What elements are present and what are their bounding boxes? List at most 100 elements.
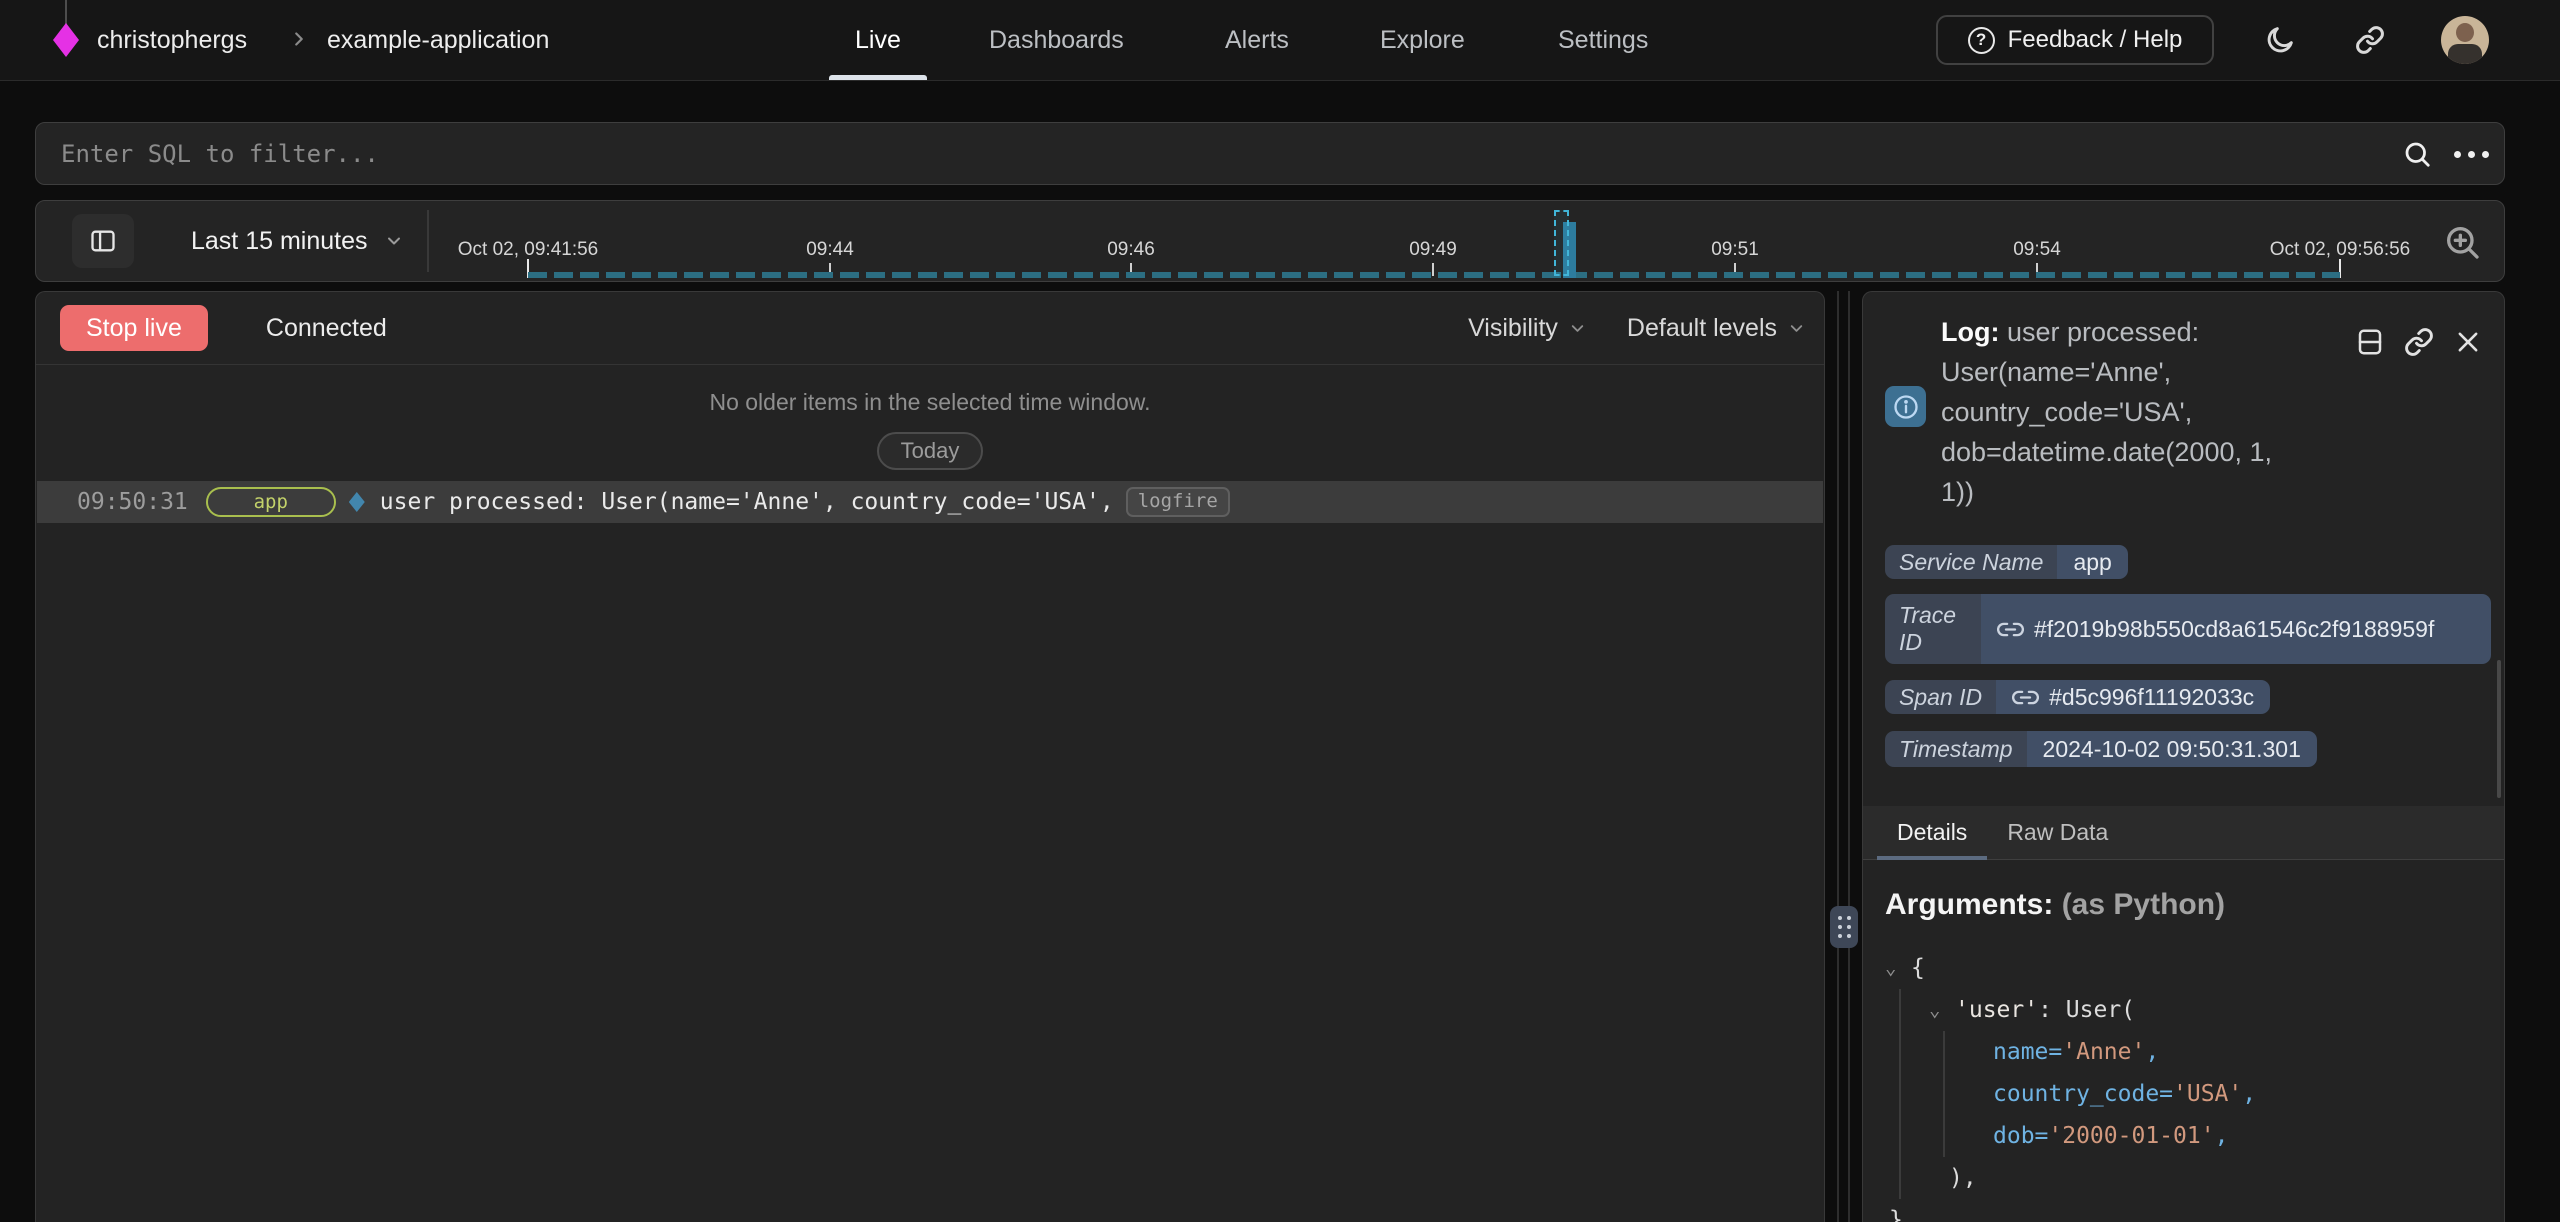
log-message: user processed: User(name='Anne', countr… [380,489,1114,515]
time-range-selector[interactable]: Last 15 minutes [191,201,404,281]
code-line: { [1885,947,2488,989]
today-button[interactable]: Today [877,432,984,470]
timeline-tick-label: 09:49 [1409,239,1457,261]
logfire-logo-icon[interactable] [53,23,79,57]
visibility-dropdown[interactable]: Visibility [1468,314,1587,343]
trace-id-value: #f2019b98b550cd8a61546c2f9188959f [2034,616,2434,643]
breadcrumb-project[interactable]: example-application [327,0,549,80]
detail-tabs: Details Raw Data [1863,806,2504,860]
copy-link-icon[interactable] [2403,326,2435,358]
tab-explore[interactable]: Explore [1380,0,1465,80]
code-line: name= 'Anne' , [1885,1031,2488,1073]
code-token: User( [2066,997,2135,1023]
timestamp-value: 2024-10-02 09:50:31.301 [2027,731,2317,767]
feedback-help-button[interactable]: ? Feedback / Help [1936,15,2214,65]
splitter-rail [1848,291,1850,1222]
trace-id-label: Trace ID [1885,594,1981,664]
chevron-right-icon [288,28,310,50]
search-icon[interactable] [2402,139,2432,169]
tab-dashboards[interactable]: Dashboards [989,0,1124,80]
top-bar: christophergs example-application Live D… [0,0,2560,81]
link-icon [1997,616,2024,643]
log-row-selected[interactable]: 09:50:31 app user processed: User(name='… [37,481,1823,523]
code-token: : [2038,997,2066,1023]
service-name-pill[interactable]: Service Name app [1885,545,2128,579]
code-token: , [2215,1123,2229,1149]
service-name-value: app [2057,545,2127,579]
collapse-chevron-icon[interactable] [1929,999,1955,1021]
timeline-tick-label: Oct 02, 09:56:56 [2270,239,2411,261]
detail-title-label: Log: [1941,317,1999,347]
tab-live[interactable]: Live [855,0,901,80]
tab-settings[interactable]: Settings [1558,0,1648,80]
trace-id-pill[interactable]: Trace ID #f2019b98b550cd8a61546c2f918895… [1885,594,2491,664]
log-level-diamond-icon [349,492,365,512]
log-timestamp: 09:50:31 [77,489,188,515]
zoom-in-icon[interactable] [2442,222,2482,262]
split-view-icon[interactable] [2354,326,2386,358]
sql-filter-bar [35,122,2505,185]
feedback-help-label: Feedback / Help [2008,26,2183,54]
tab-raw-data[interactable]: Raw Data [1987,806,2128,859]
stop-live-button[interactable]: Stop live [60,305,208,351]
code-line: } [1885,1199,2488,1222]
time-range-label: Last 15 minutes [191,227,368,256]
scrollbar-thumb[interactable] [2497,660,2501,798]
code-token: , [2145,1039,2159,1065]
code-token: } [1889,1207,1903,1222]
arguments-heading-suffix: (as Python) [2062,888,2225,921]
code-token: 'USA' [2173,1081,2242,1107]
timeline-tick-label: 09:54 [2013,239,2061,261]
live-log-panel: Stop live Connected Visibility Default l… [35,291,1825,1222]
code-token: , [2242,1081,2256,1107]
split-panel-icon [89,227,117,255]
breadcrumb-organization[interactable]: christophergs [97,0,247,80]
timeline-tick-label: 09:46 [1107,239,1155,261]
default-levels-label: Default levels [1627,314,1777,343]
panel-resize-handle[interactable] [1830,906,1858,948]
sidebar-toggle-button[interactable] [72,214,134,268]
log-detail-panel: Log: user processed: User(name='Anne', c… [1862,291,2505,1222]
timeline-tick-label: Oct 02, 09:41:56 [458,239,599,261]
code-token: 'user' [1955,997,2038,1023]
timestamp-pill[interactable]: Timestamp 2024-10-02 09:50:31.301 [1885,731,2317,767]
live-panel-header: Stop live Connected Visibility Default l… [36,292,1824,365]
tab-details[interactable]: Details [1877,806,1987,859]
link-icon [2355,25,2385,55]
code-token: ), [1949,1165,1977,1191]
detail-panel-actions [2354,326,2484,358]
code-token: name= [1993,1039,2062,1065]
link-icon [2012,684,2039,711]
more-options-icon[interactable] [2454,151,2489,158]
share-link-button[interactable] [2350,20,2390,60]
span-id-pill[interactable]: Span ID #d5c996f11192033c [1885,680,2270,714]
user-avatar[interactable] [2441,16,2489,64]
timestamp-label: Timestamp [1885,731,2027,767]
collapse-chevron-icon[interactable] [1885,957,1911,979]
timeline-tick-label: 09:44 [806,239,854,261]
code-line: country_code= 'USA' , [1885,1073,2488,1115]
timeline-selected-bucket[interactable] [1554,210,1569,276]
default-levels-dropdown[interactable]: Default levels [1627,314,1806,343]
arguments-heading: Arguments: (as Python) [1885,888,2225,922]
timeline-activity-baseline [528,272,2340,278]
code-token: country_code= [1993,1081,2173,1107]
service-badge[interactable]: app [206,487,336,517]
tab-alerts[interactable]: Alerts [1225,0,1289,80]
empty-window-message: No older items in the selected time wind… [36,389,1824,416]
question-circle-icon: ? [1968,27,1995,54]
timeline-tick-label: 09:51 [1711,239,1759,261]
code-line: dob= '2000-01-01' , [1885,1115,2488,1157]
dark-mode-toggle[interactable] [2260,20,2300,60]
scope-badge[interactable]: logfire [1126,487,1230,517]
attribute-pills: Service Name app Trace ID #f2019b98b550c… [1885,545,2491,775]
span-id-label: Span ID [1885,680,1996,714]
close-icon[interactable] [2452,326,2484,358]
sql-filter-input[interactable] [36,123,2311,184]
code-token: 'Anne' [2062,1039,2145,1065]
span-id-value: #d5c996f11192033c [2049,684,2254,711]
code-line: ), [1885,1157,2488,1199]
visibility-label: Visibility [1468,314,1558,343]
info-level-icon [1885,386,1926,427]
connection-status: Connected [266,314,387,343]
